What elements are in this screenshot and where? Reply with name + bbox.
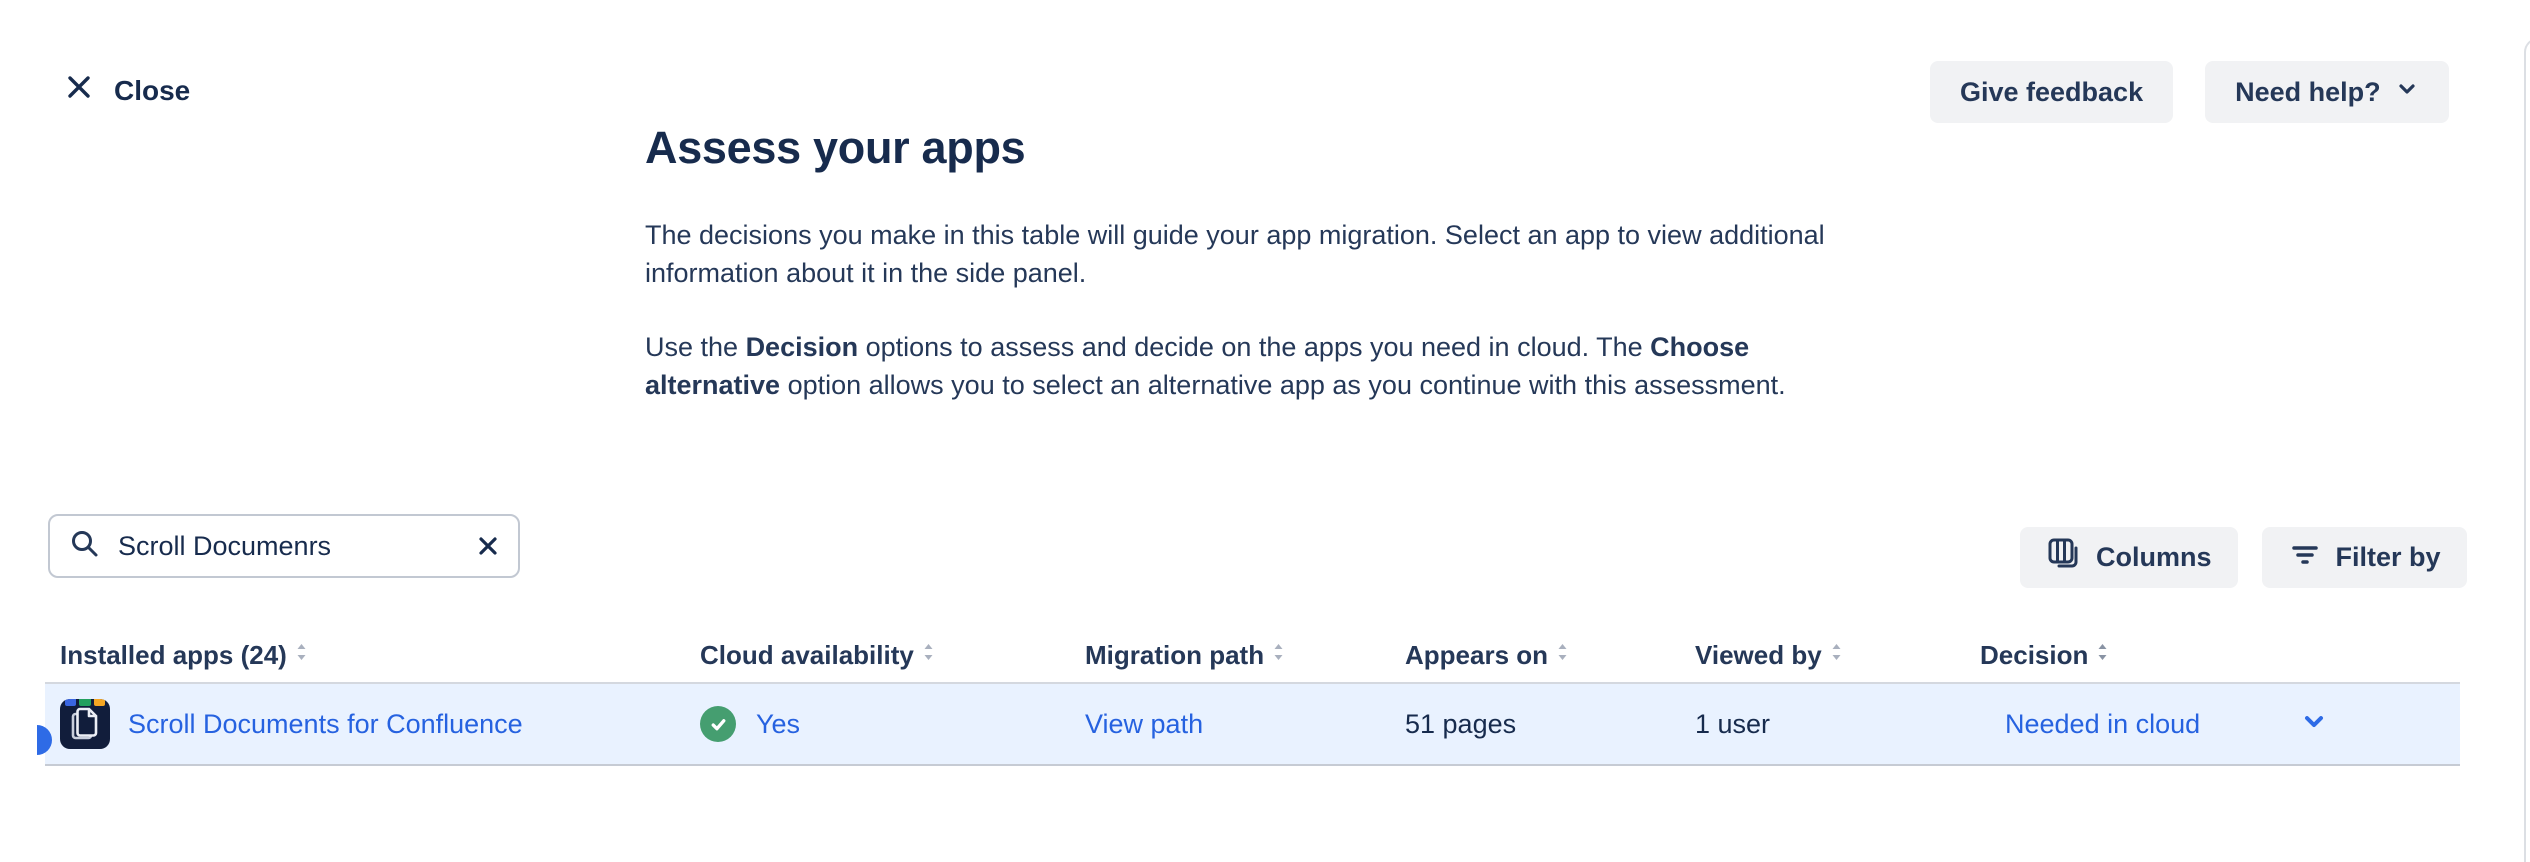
intro-section: Assess your apps The decisions you make … — [645, 122, 1840, 404]
sort-icon[interactable] — [1830, 640, 1843, 671]
sort-icon[interactable] — [295, 640, 308, 671]
give-feedback-label: Give feedback — [1960, 77, 2143, 108]
cloud-availability-link[interactable]: Yes — [756, 709, 800, 740]
search-input[interactable] — [118, 531, 460, 562]
scroll-documents-app-icon — [60, 699, 110, 749]
sort-icon[interactable] — [1272, 640, 1285, 671]
migration-path-cell: View path — [1070, 709, 1390, 740]
table-row[interactable]: Scroll Documents for Confluence Yes View… — [45, 684, 2460, 766]
appears-on-cell: 51 pages — [1390, 709, 1680, 740]
document-pages-icon — [68, 705, 102, 743]
intro-paragraph-2: Use the Decision options to assess and d… — [645, 328, 1840, 404]
decision-value: Needed in cloud — [2005, 709, 2200, 740]
check-circle-icon — [700, 706, 736, 742]
chevron-down-icon[interactable] — [2300, 707, 2328, 742]
top-actions: Give feedback Need help? — [1930, 61, 2449, 123]
decision-emphasis: Decision — [746, 332, 859, 362]
column-header-appears-on[interactable]: Appears on — [1390, 640, 1680, 671]
viewed-by-cell: 1 user — [1680, 709, 1965, 740]
need-help-button[interactable]: Need help? — [2205, 61, 2449, 123]
search-field — [48, 514, 520, 578]
column-header-viewed-by[interactable]: Viewed by — [1680, 640, 1965, 671]
close-icon — [64, 72, 94, 109]
sort-icon[interactable] — [922, 640, 935, 671]
clear-search-button[interactable] — [476, 534, 500, 558]
column-header-decision[interactable]: Decision — [1965, 640, 2460, 671]
table-actions: Columns Filter by — [2020, 527, 2467, 588]
app-name-link[interactable]: Scroll Documents for Confluence — [128, 709, 523, 740]
side-panel-edge — [2524, 38, 2530, 862]
chevron-down-icon — [2395, 77, 2419, 108]
sort-icon[interactable] — [1556, 640, 1569, 671]
columns-button[interactable]: Columns — [2020, 527, 2238, 588]
columns-label: Columns — [2096, 542, 2212, 573]
app-cell: Scroll Documents for Confluence — [45, 699, 685, 749]
table-header-row: Installed apps (24) Cloud availability M… — [45, 628, 2460, 684]
column-header-migration-path[interactable]: Migration path — [1070, 640, 1390, 671]
page-title: Assess your apps — [645, 122, 1840, 174]
give-feedback-button[interactable]: Give feedback — [1930, 61, 2173, 123]
filter-icon — [2288, 537, 2322, 578]
sort-icon[interactable] — [2096, 640, 2109, 671]
close-button[interactable]: Close — [64, 72, 190, 109]
filter-by-label: Filter by — [2336, 542, 2441, 573]
column-header-cloud-availability[interactable]: Cloud availability — [685, 640, 1070, 671]
intro-paragraph-1: The decisions you make in this table wil… — [645, 216, 1840, 292]
row-checkbox[interactable] — [37, 725, 52, 755]
decision-cell: Needed in cloud — [1965, 707, 2460, 742]
close-label: Close — [114, 75, 190, 107]
appears-on-value: 51 pages — [1405, 709, 1516, 740]
view-path-link[interactable]: View path — [1085, 709, 1203, 740]
cloud-availability-cell: Yes — [685, 706, 1070, 742]
columns-icon — [2046, 536, 2082, 579]
installed-apps-table: Installed apps (24) Cloud availability M… — [45, 628, 2460, 766]
assess-your-apps-page: Close Give feedback Need help? Assess yo… — [0, 0, 2530, 862]
decision-dropdown[interactable]: Needed in cloud — [2005, 707, 2328, 742]
search-icon — [68, 527, 102, 566]
need-help-label: Need help? — [2235, 77, 2381, 108]
column-header-installed-apps[interactable]: Installed apps (24) — [45, 640, 685, 671]
filter-by-button[interactable]: Filter by — [2262, 527, 2467, 588]
viewed-by-value: 1 user — [1695, 709, 1770, 740]
